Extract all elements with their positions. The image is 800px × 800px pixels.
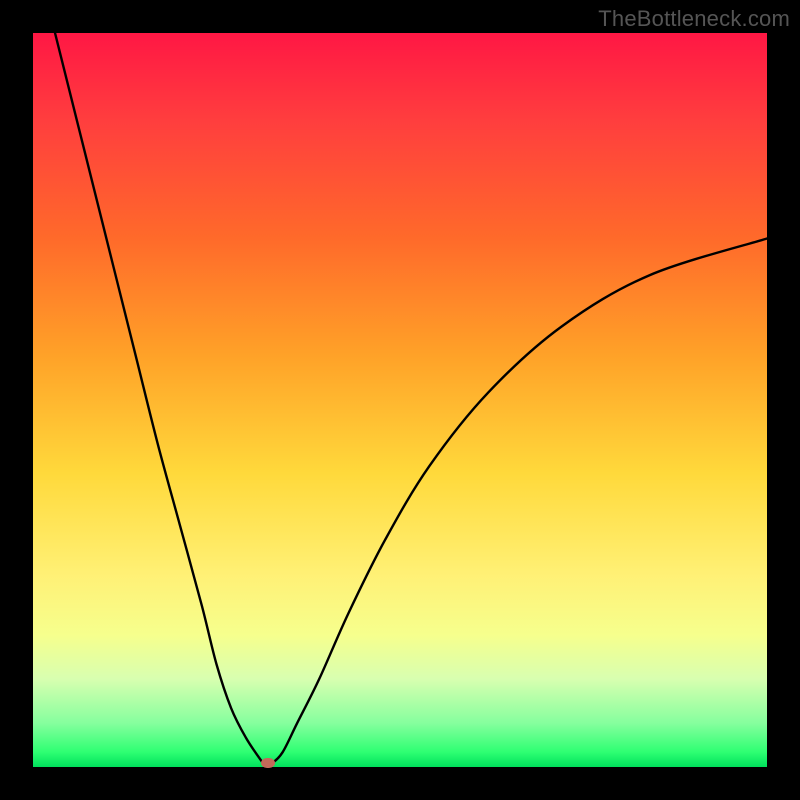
- chart-frame: TheBottleneck.com: [0, 0, 800, 800]
- plot-area: [33, 33, 767, 767]
- attribution-label: TheBottleneck.com: [598, 6, 790, 32]
- optimal-marker: [261, 758, 275, 768]
- bottleneck-curve: [33, 33, 767, 767]
